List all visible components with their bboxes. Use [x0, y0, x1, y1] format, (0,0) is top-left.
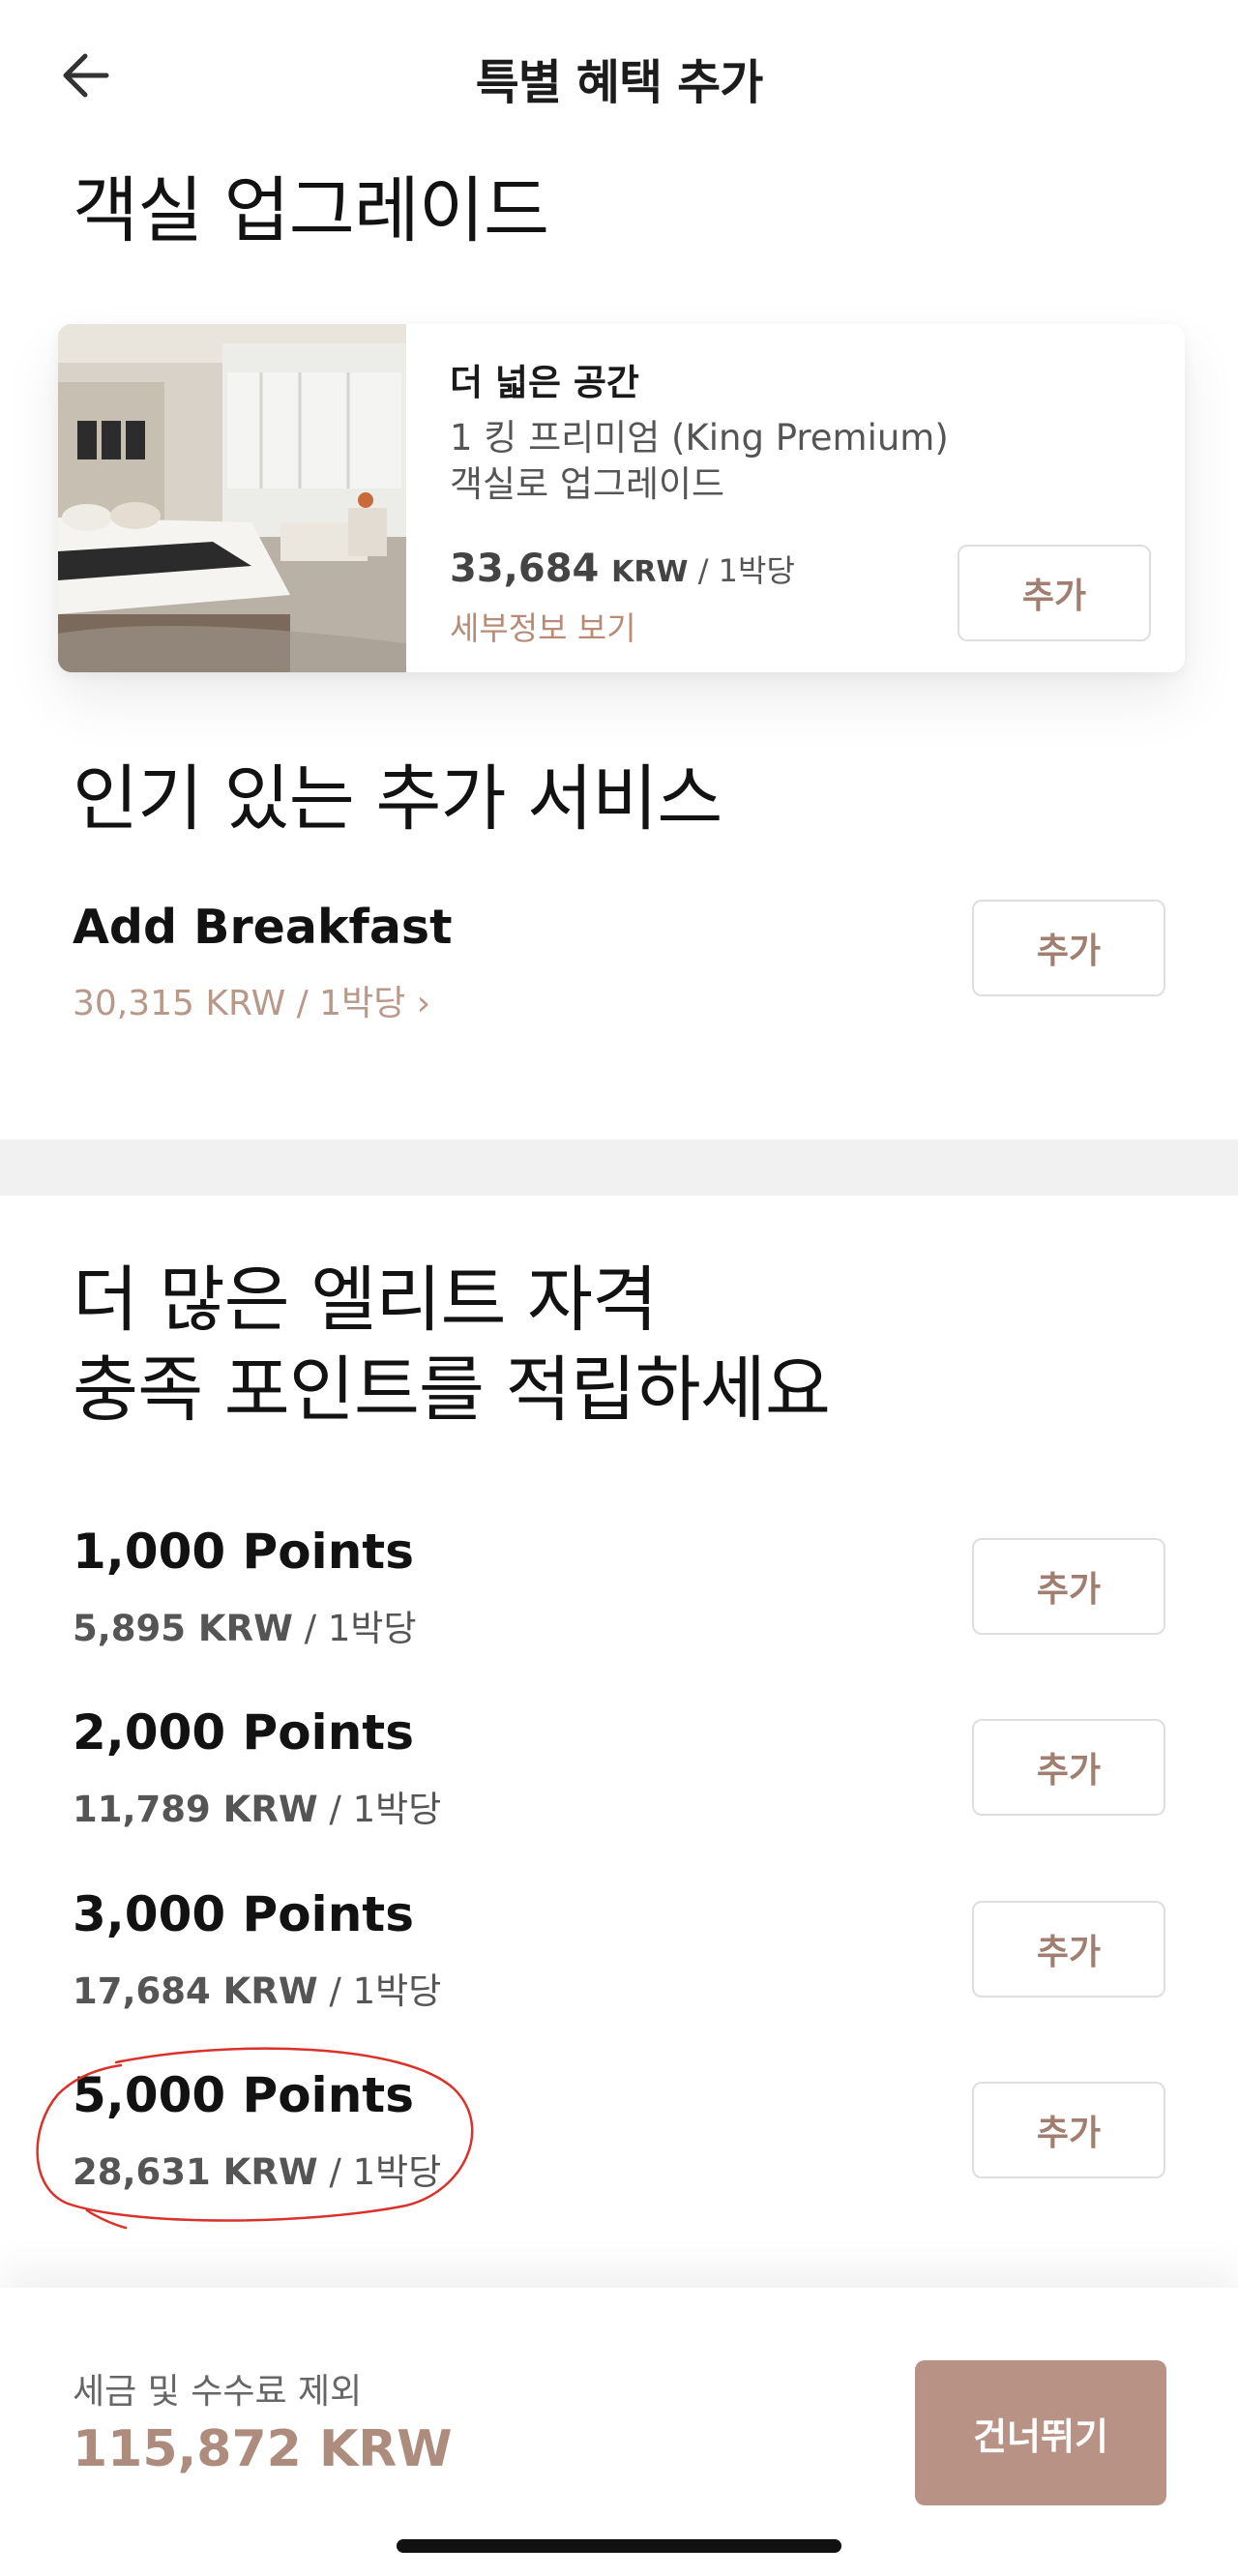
room-upgrade-card: 더 넓은 공간 1 킹 프리미엄 (King Premium) 객실로 업그레이… [58, 324, 1185, 672]
service-price-breakfast[interactable]: 30,315 KRW / 1박당 › [73, 975, 430, 1025]
points-price-amount: 17,684 KRW [73, 1970, 318, 2012]
points-option-name: 2,000 Points [73, 1704, 414, 1761]
points-option-price: 28,631 KRW / 1박당 [73, 2143, 441, 2195]
service-name-breakfast: Add Breakfast [73, 900, 453, 955]
points-option-name: 5,000 Points [73, 2067, 414, 2123]
add-points-button[interactable]: 추가 [972, 1901, 1165, 1998]
upgrade-price-currency: KRW [611, 555, 689, 589]
points-price-per: / 1박당 [317, 2151, 442, 2193]
upgrade-price-per: / 1박당 [688, 552, 795, 589]
total-price: 115,872 KRW [73, 2420, 453, 2478]
add-points-button[interactable]: 추가 [972, 1538, 1165, 1635]
upgrade-price-amount: 33,684 [450, 547, 600, 591]
points-price-per: / 1박당 [317, 1970, 442, 2012]
points-price-amount: 28,631 KRW [73, 2151, 318, 2193]
upgrade-title: 더 넓은 공간 [450, 362, 639, 403]
room-upgrade-title: 객실 업그레이드 [73, 169, 549, 252]
room-photo [58, 324, 406, 672]
skip-button[interactable]: 건너뛰기 [915, 2360, 1166, 2505]
elite-points-title: 더 많은 엘리트 자격 충족 포인트를 적립하세요 [73, 1256, 831, 1435]
popular-services-title: 인기 있는 추가 서비스 [73, 757, 722, 841]
section-divider [0, 1140, 1238, 1196]
add-points-button[interactable]: 추가 [972, 2082, 1165, 2178]
points-price-per: / 1박당 [317, 1789, 442, 1830]
points-option-price: 11,789 KRW / 1박당 [73, 1780, 441, 1832]
add-points-button[interactable]: 추가 [972, 1719, 1165, 1816]
points-price-per: / 1박당 [292, 1608, 417, 1649]
points-price-amount: 5,895 KRW [73, 1608, 293, 1649]
upgrade-description: 1 킹 프리미엄 (King Premium) 객실로 업그레이드 [450, 417, 949, 505]
points-option-price: 17,684 KRW / 1박당 [73, 1962, 441, 2014]
add-breakfast-button[interactable]: 추가 [972, 900, 1165, 996]
elite-points-title-line1: 더 많은 엘리트 자격 [73, 1258, 658, 1342]
upgrade-price: 33,684 KRW / 1박당 [450, 547, 795, 591]
points-option-name: 3,000 Points [73, 1886, 414, 1942]
points-option-name: 1,000 Points [73, 1524, 414, 1580]
points-price-amount: 11,789 KRW [73, 1789, 318, 1830]
page-title: 특별 혜택 추가 [475, 55, 764, 110]
view-details-link[interactable]: 세부정보 보기 [450, 603, 636, 649]
home-indicator [397, 2539, 841, 2553]
checkout-footer: 세금 및 수수료 제외 115,872 KRW 건너뛰기 [0, 2288, 1238, 2576]
add-upgrade-button[interactable]: 추가 [958, 545, 1151, 641]
points-option-price: 5,895 KRW / 1박당 [73, 1599, 417, 1651]
elite-points-title-line2: 충족 포인트를 적립하세요 [73, 1347, 831, 1432]
top-bar: 특별 혜택 추가 [0, 0, 1238, 155]
tax-note: 세금 및 수수료 제외 [73, 2372, 363, 2412]
